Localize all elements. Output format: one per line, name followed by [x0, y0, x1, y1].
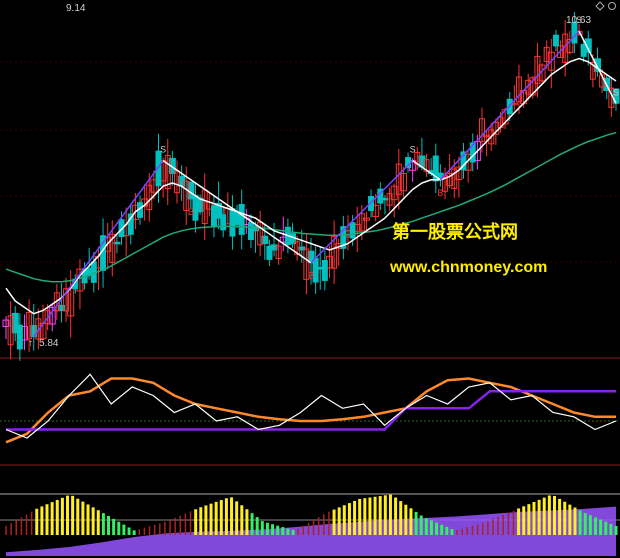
- candle-body: [321, 260, 328, 281]
- signal-label: S: [160, 145, 166, 155]
- low-value-label: 5.84: [39, 338, 59, 349]
- peak-value-label: 10.63: [566, 15, 591, 26]
- signal-label: S: [613, 87, 619, 97]
- candle-body: [580, 43, 587, 57]
- candle-body: [220, 214, 227, 231]
- watermark-url: www.chnmoney.com: [389, 259, 547, 276]
- candle-body: [349, 222, 356, 239]
- signal-label: S: [410, 145, 416, 155]
- signal-label: B: [437, 188, 443, 198]
- top-left-value: 9.14: [66, 3, 86, 14]
- watermark-title: 第一股票公式网: [392, 221, 518, 243]
- candle-body: [210, 205, 217, 228]
- signal-label: B: [308, 271, 314, 281]
- candle-body: [266, 245, 273, 260]
- candle-body: [16, 324, 23, 350]
- stock-chart: SBBSBSS 9.14 10.63 5.84 ↑ 第一股票公式网 www.ch…: [0, 0, 620, 558]
- candle-body: [229, 208, 236, 237]
- candle-body: [238, 204, 245, 235]
- low-marker: ↑: [28, 338, 33, 349]
- signal-label: B: [188, 207, 194, 217]
- candle-body: [247, 222, 254, 240]
- candle-body: [552, 34, 559, 47]
